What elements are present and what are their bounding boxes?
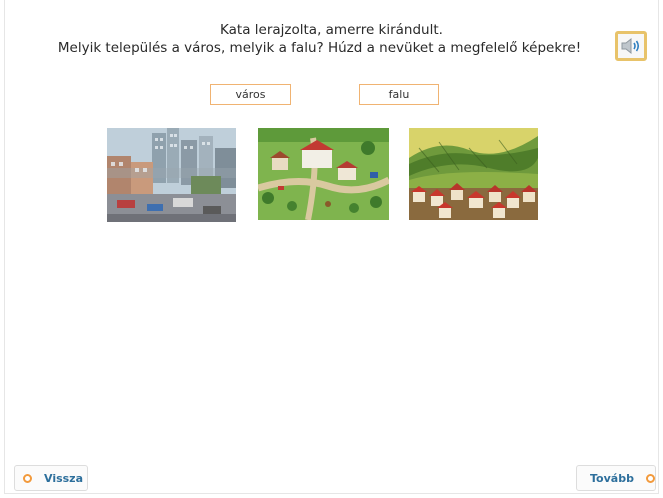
next-dot-icon xyxy=(645,473,655,483)
next-button[interactable]: Tovább xyxy=(576,465,656,491)
village-image[interactable] xyxy=(258,128,389,220)
instruction-text: Kata lerajzolta, amerre kirándult. Melyi… xyxy=(0,21,663,57)
hillside-village-image[interactable] xyxy=(409,128,538,220)
label-varos[interactable]: város xyxy=(210,84,291,105)
instruction-line-2: Melyik település a város, melyik a falu?… xyxy=(57,40,582,56)
label-falu[interactable]: falu xyxy=(359,84,439,105)
speaker-icon xyxy=(621,37,640,55)
back-dot-icon xyxy=(23,473,32,483)
back-button[interactable]: Vissza xyxy=(14,465,88,491)
back-button-label: Vissza xyxy=(44,471,84,485)
sound-button[interactable] xyxy=(615,31,647,61)
city-image[interactable] xyxy=(107,128,236,222)
instruction-line-1: Kata lerajzolta, amerre kirándult. xyxy=(220,22,443,38)
next-button-label: Tovább xyxy=(590,471,634,485)
exercise-frame xyxy=(4,0,659,494)
